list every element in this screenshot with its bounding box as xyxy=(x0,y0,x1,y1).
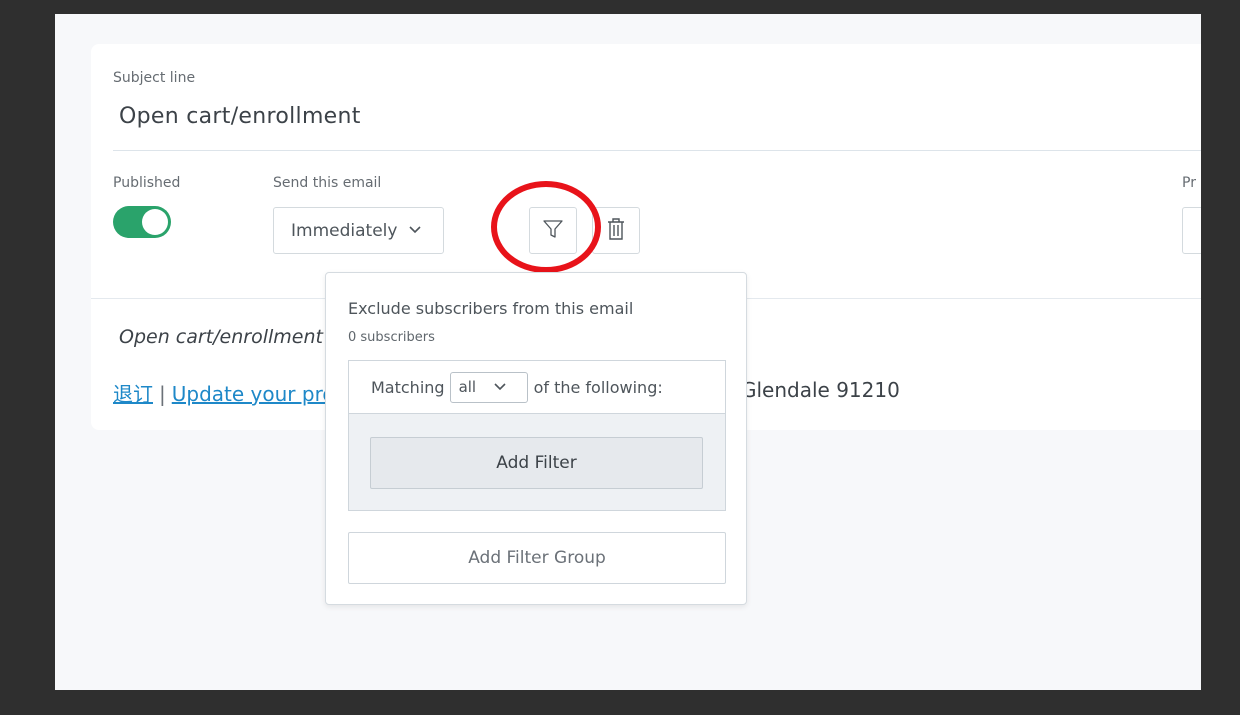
highlight-circle xyxy=(491,181,601,273)
unsubscribe-link[interactable]: 退订 xyxy=(113,382,153,406)
send-timing-select[interactable]: Immediately xyxy=(273,207,444,254)
toggle-knob xyxy=(142,209,168,235)
filter-group: Matching all of the following: Add Filte… xyxy=(348,360,726,511)
matching-select[interactable]: all xyxy=(449,371,528,403)
matching-prefix: Matching xyxy=(371,377,445,397)
add-filter-button[interactable]: Add Filter xyxy=(370,437,703,489)
exclude-subscribers-popover: Exclude subscribers from this email 0 su… xyxy=(325,272,747,605)
add-filter-group-button[interactable]: Add Filter Group xyxy=(348,532,726,584)
update-profile-link[interactable]: Update your pro xyxy=(172,382,335,406)
pr-field[interactable] xyxy=(1182,207,1201,254)
email-preview-title: Open cart/enrollment xyxy=(119,326,323,348)
subject-line-label: Subject line xyxy=(113,70,196,86)
app-frame: Subject line Open cart/enrollment Publis… xyxy=(55,14,1201,690)
published-label: Published xyxy=(113,175,181,191)
chevron-down-icon xyxy=(494,380,506,394)
footer-separator: | xyxy=(159,382,166,406)
popover-title: Exclude subscribers from this email xyxy=(348,299,634,318)
matching-value: all xyxy=(458,378,477,396)
subscriber-count: 0 subscribers xyxy=(348,330,435,345)
send-email-label: Send this email xyxy=(273,175,382,191)
matching-row: Matching all of the following: xyxy=(349,361,725,414)
published-toggle[interactable] xyxy=(113,206,171,238)
send-timing-value: Immediately xyxy=(291,220,398,241)
matching-suffix: of the following: xyxy=(533,377,663,397)
footer-links: 退订 | Update your pro xyxy=(113,378,335,407)
chevron-down-icon xyxy=(409,223,422,238)
trash-icon xyxy=(605,216,627,246)
subject-line-value[interactable]: Open cart/enrollment xyxy=(119,104,361,129)
subject-divider xyxy=(113,150,1201,151)
pr-label: Pr xyxy=(1182,175,1196,191)
footer-address: Glendale 91210 xyxy=(741,378,900,402)
